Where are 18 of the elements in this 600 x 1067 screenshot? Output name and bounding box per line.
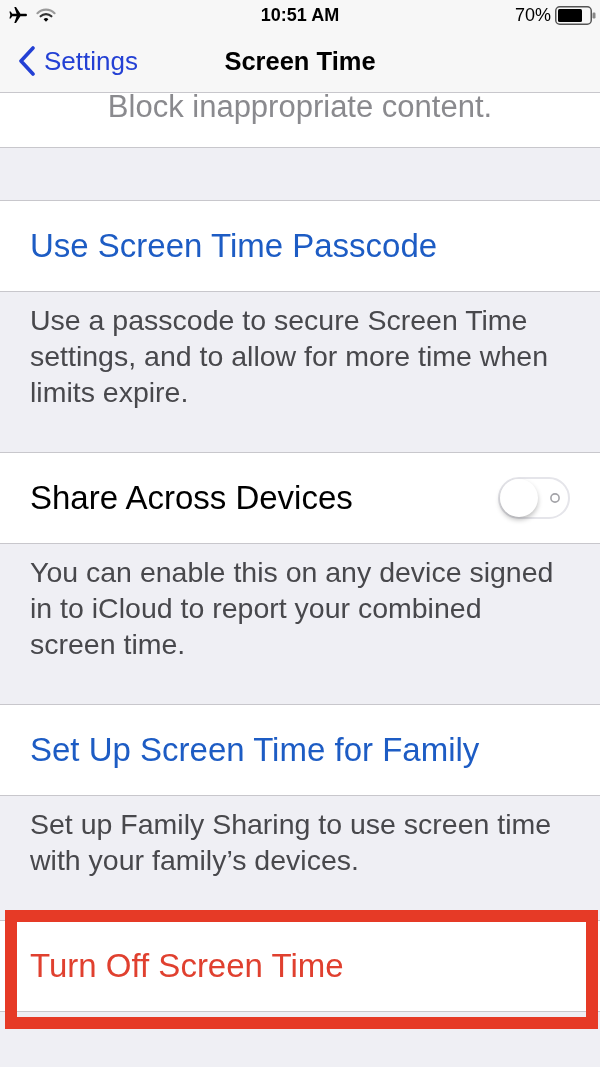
ring-icon xyxy=(550,493,560,503)
nav-title: Screen Time xyxy=(224,45,376,77)
action-link[interactable]: Use Screen Time Passcode xyxy=(30,227,438,265)
footer-text: Use a passcode to secure Screen Time settings, and to allow for more time when limits expire. xyxy=(30,303,549,410)
footer-text: You can enable this on any device signed in to iCloud to report your combined screen time. xyxy=(30,555,555,662)
setting-label: Share Across Devices xyxy=(30,479,353,517)
battery-percentage: 70% xyxy=(514,4,551,26)
description-text: Block inappropriate content. xyxy=(107,91,493,123)
wifi-icon xyxy=(36,7,56,23)
airplane-icon xyxy=(8,6,28,24)
turn-off-link[interactable]: Turn Off Screen Time xyxy=(30,947,344,985)
back-chevron-icon xyxy=(18,46,36,76)
status-time: 10:51 AM xyxy=(260,4,340,26)
battery-icon xyxy=(555,5,596,25)
toggle-switch[interactable] xyxy=(498,477,570,519)
action-link[interactable]: Set Up Screen Time for Family xyxy=(30,731,480,769)
back-button[interactable]: Settings xyxy=(0,41,138,81)
footer-text: Set up Family Sharing to use screen time with your family’s devices. xyxy=(30,807,553,878)
